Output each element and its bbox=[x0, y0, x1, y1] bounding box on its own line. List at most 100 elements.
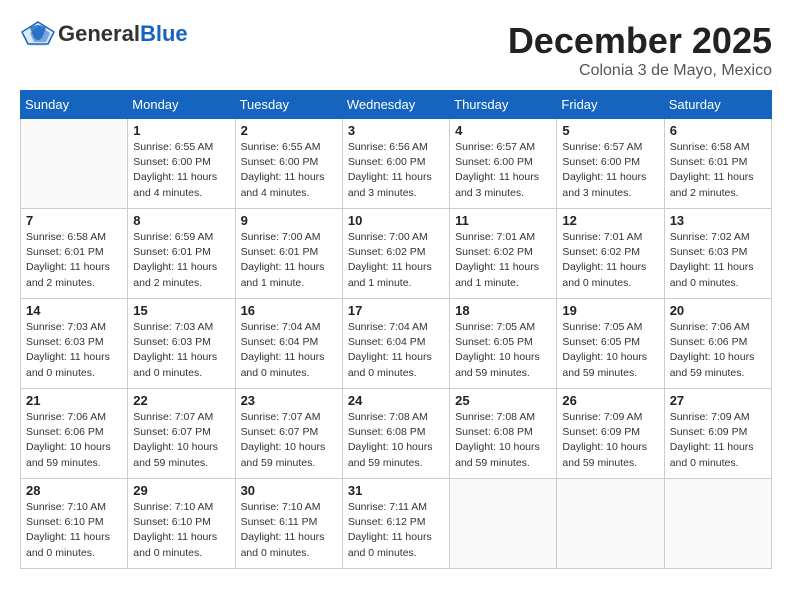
day-number: 8 bbox=[133, 213, 229, 228]
day-info: Sunrise: 7:08 AMSunset: 6:08 PMDaylight:… bbox=[348, 410, 444, 471]
day-header-monday: Monday bbox=[128, 91, 235, 119]
day-number: 28 bbox=[26, 483, 122, 498]
month-title: December 2025 bbox=[508, 20, 772, 62]
logo-icon bbox=[20, 20, 56, 48]
day-number: 29 bbox=[133, 483, 229, 498]
day-cell: 16 Sunrise: 7:04 AMSunset: 6:04 PMDayligh… bbox=[235, 299, 342, 389]
day-info: Sunrise: 7:06 AMSunset: 6:06 PMDaylight:… bbox=[670, 320, 766, 381]
day-header-wednesday: Wednesday bbox=[342, 91, 449, 119]
logo-text: GeneralBlue bbox=[58, 21, 188, 47]
day-cell: 17 Sunrise: 7:04 AMSunset: 6:04 PMDayligh… bbox=[342, 299, 449, 389]
day-info: Sunrise: 6:57 AMSunset: 6:00 PMDaylight:… bbox=[562, 140, 658, 201]
day-number: 30 bbox=[241, 483, 337, 498]
day-number: 17 bbox=[348, 303, 444, 318]
day-info: Sunrise: 7:08 AMSunset: 6:08 PMDaylight:… bbox=[455, 410, 551, 471]
day-cell: 1 Sunrise: 6:55 AMSunset: 6:00 PMDaylight… bbox=[128, 119, 235, 209]
day-number: 9 bbox=[241, 213, 337, 228]
day-cell: 12Sunrise: 7:01 AMSunset: 6:02 PMDayligh… bbox=[557, 209, 664, 299]
logo: GeneralBlue bbox=[20, 20, 188, 48]
day-cell: 9 Sunrise: 7:00 AMSunset: 6:01 PMDaylight… bbox=[235, 209, 342, 299]
day-cell: 3Sunrise: 6:56 AMSunset: 6:00 PMDaylight… bbox=[342, 119, 449, 209]
day-info: Sunrise: 7:10 AMSunset: 6:11 PMDaylight:… bbox=[241, 500, 337, 561]
calendar-header-row: SundayMondayTuesdayWednesdayThursdayFrid… bbox=[21, 91, 772, 119]
day-header-sunday: Sunday bbox=[21, 91, 128, 119]
day-header-thursday: Thursday bbox=[450, 91, 557, 119]
day-info: Sunrise: 7:10 AMSunset: 6:10 PMDaylight:… bbox=[133, 500, 229, 561]
day-number: 14 bbox=[26, 303, 122, 318]
day-info: Sunrise: 7:02 AMSunset: 6:03 PMDaylight:… bbox=[670, 230, 766, 291]
day-number: 6 bbox=[670, 123, 766, 138]
day-info: Sunrise: 7:10 AMSunset: 6:10 PMDaylight:… bbox=[26, 500, 122, 561]
calendar-table: SundayMondayTuesdayWednesdayThursdayFrid… bbox=[20, 90, 772, 569]
day-cell: 23 Sunrise: 7:07 AMSunset: 6:07 PMDayligh… bbox=[235, 389, 342, 479]
day-info: Sunrise: 7:05 AMSunset: 6:05 PMDaylight:… bbox=[455, 320, 551, 381]
day-info: Sunrise: 7:05 AMSunset: 6:05 PMDaylight:… bbox=[562, 320, 658, 381]
day-cell bbox=[664, 479, 771, 569]
day-cell: 18 Sunrise: 7:05 AMSunset: 6:05 PMDayligh… bbox=[450, 299, 557, 389]
day-header-friday: Friday bbox=[557, 91, 664, 119]
day-info: Sunrise: 6:55 AMSunset: 6:00 PMDaylight:… bbox=[241, 140, 337, 201]
day-number: 13 bbox=[670, 213, 766, 228]
day-number: 23 bbox=[241, 393, 337, 408]
day-cell: 4Sunrise: 6:57 AMSunset: 6:00 PMDaylight… bbox=[450, 119, 557, 209]
day-cell: 11 Sunrise: 7:01 AMSunset: 6:02 PMDayligh… bbox=[450, 209, 557, 299]
day-cell: 14 Sunrise: 7:03 AMSunset: 6:03 PMDayligh… bbox=[21, 299, 128, 389]
day-number: 18 bbox=[455, 303, 551, 318]
day-cell: 25 Sunrise: 7:08 AMSunset: 6:08 PMDayligh… bbox=[450, 389, 557, 479]
location: Colonia 3 de Mayo, Mexico bbox=[508, 62, 772, 80]
day-info: Sunrise: 6:58 AMSunset: 6:01 PMDaylight:… bbox=[26, 230, 122, 291]
day-number: 1 bbox=[133, 123, 229, 138]
day-number: 10 bbox=[348, 213, 444, 228]
day-info: Sunrise: 7:07 AMSunset: 6:07 PMDaylight:… bbox=[133, 410, 229, 471]
day-number: 27 bbox=[670, 393, 766, 408]
day-info: Sunrise: 7:03 AMSunset: 6:03 PMDaylight:… bbox=[26, 320, 122, 381]
day-cell: 10Sunrise: 7:00 AMSunset: 6:02 PMDayligh… bbox=[342, 209, 449, 299]
day-number: 31 bbox=[348, 483, 444, 498]
day-number: 5 bbox=[562, 123, 658, 138]
week-row-3: 14 Sunrise: 7:03 AMSunset: 6:03 PMDayligh… bbox=[21, 299, 772, 389]
day-header-saturday: Saturday bbox=[664, 91, 771, 119]
day-cell bbox=[557, 479, 664, 569]
day-number: 21 bbox=[26, 393, 122, 408]
day-cell: 2 Sunrise: 6:55 AMSunset: 6:00 PMDaylight… bbox=[235, 119, 342, 209]
day-number: 12 bbox=[562, 213, 658, 228]
day-info: Sunrise: 7:06 AMSunset: 6:06 PMDaylight:… bbox=[26, 410, 122, 471]
title-block: December 2025 Colonia 3 de Mayo, Mexico bbox=[508, 20, 772, 80]
day-cell: 29 Sunrise: 7:10 AMSunset: 6:10 PMDayligh… bbox=[128, 479, 235, 569]
day-number: 25 bbox=[455, 393, 551, 408]
day-cell: 22 Sunrise: 7:07 AMSunset: 6:07 PMDayligh… bbox=[128, 389, 235, 479]
day-number: 4 bbox=[455, 123, 551, 138]
page-header: GeneralBlue December 2025 Colonia 3 de M… bbox=[20, 20, 772, 80]
day-number: 22 bbox=[133, 393, 229, 408]
day-cell: 8 Sunrise: 6:59 AMSunset: 6:01 PMDaylight… bbox=[128, 209, 235, 299]
day-number: 26 bbox=[562, 393, 658, 408]
day-number: 3 bbox=[348, 123, 444, 138]
day-cell bbox=[450, 479, 557, 569]
day-info: Sunrise: 7:00 AMSunset: 6:01 PMDaylight:… bbox=[241, 230, 337, 291]
day-info: Sunrise: 6:59 AMSunset: 6:01 PMDaylight:… bbox=[133, 230, 229, 291]
day-info: Sunrise: 7:04 AMSunset: 6:04 PMDaylight:… bbox=[241, 320, 337, 381]
day-header-tuesday: Tuesday bbox=[235, 91, 342, 119]
day-info: Sunrise: 6:55 AMSunset: 6:00 PMDaylight:… bbox=[133, 140, 229, 201]
day-cell: 30 Sunrise: 7:10 AMSunset: 6:11 PMDayligh… bbox=[235, 479, 342, 569]
day-cell bbox=[21, 119, 128, 209]
day-info: Sunrise: 6:58 AMSunset: 6:01 PMDaylight:… bbox=[670, 140, 766, 201]
day-cell: 20 Sunrise: 7:06 AMSunset: 6:06 PMDayligh… bbox=[664, 299, 771, 389]
day-cell: 31Sunrise: 7:11 AMSunset: 6:12 PMDayligh… bbox=[342, 479, 449, 569]
day-info: Sunrise: 7:09 AMSunset: 6:09 PMDaylight:… bbox=[562, 410, 658, 471]
day-info: Sunrise: 7:04 AMSunset: 6:04 PMDaylight:… bbox=[348, 320, 444, 381]
day-number: 16 bbox=[241, 303, 337, 318]
day-info: Sunrise: 7:01 AMSunset: 6:02 PMDaylight:… bbox=[455, 230, 551, 291]
day-number: 2 bbox=[241, 123, 337, 138]
day-cell: 24Sunrise: 7:08 AMSunset: 6:08 PMDayligh… bbox=[342, 389, 449, 479]
day-cell: 21 Sunrise: 7:06 AMSunset: 6:06 PMDayligh… bbox=[21, 389, 128, 479]
week-row-5: 28 Sunrise: 7:10 AMSunset: 6:10 PMDayligh… bbox=[21, 479, 772, 569]
day-number: 20 bbox=[670, 303, 766, 318]
day-cell: 19Sunrise: 7:05 AMSunset: 6:05 PMDayligh… bbox=[557, 299, 664, 389]
day-info: Sunrise: 7:07 AMSunset: 6:07 PMDaylight:… bbox=[241, 410, 337, 471]
week-row-1: 1 Sunrise: 6:55 AMSunset: 6:00 PMDaylight… bbox=[21, 119, 772, 209]
day-number: 11 bbox=[455, 213, 551, 228]
day-cell: 15Sunrise: 7:03 AMSunset: 6:03 PMDayligh… bbox=[128, 299, 235, 389]
day-number: 7 bbox=[26, 213, 122, 228]
day-cell: 28 Sunrise: 7:10 AMSunset: 6:10 PMDayligh… bbox=[21, 479, 128, 569]
